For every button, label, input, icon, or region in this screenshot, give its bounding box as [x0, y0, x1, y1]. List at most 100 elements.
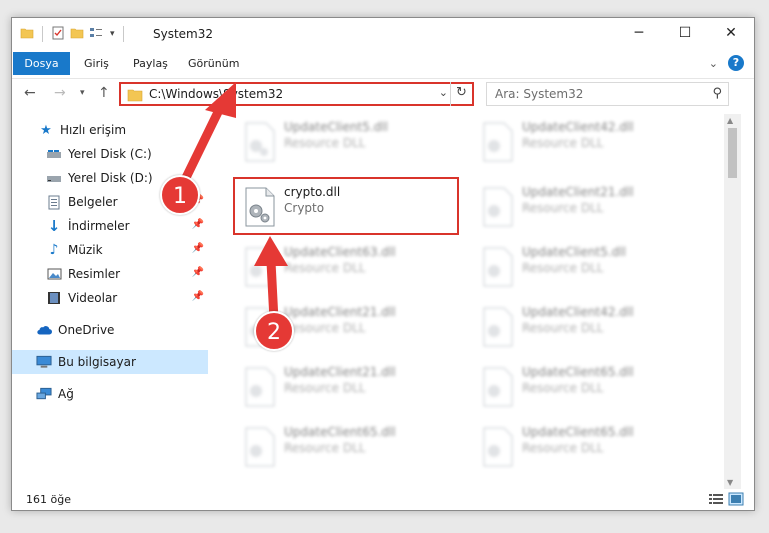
file-tile[interactable]: UpdateClient21.dll Resource DLL	[476, 179, 696, 235]
search-box[interactable]: Ara: System32 ⚲	[486, 82, 729, 106]
file-type: Resource DLL	[522, 136, 604, 150]
tab-home[interactable]: Giriş	[74, 52, 119, 75]
file-tile[interactable]: UpdateClient65.dll Resource DLL	[476, 419, 696, 475]
sidebar-item-pictures[interactable]: Resimler 📌	[12, 262, 208, 286]
file-type: Resource DLL	[284, 321, 366, 335]
file-name: UpdateClient65.dll	[284, 425, 396, 439]
large-icons-view-icon[interactable]	[728, 492, 744, 509]
star-icon: ★	[40, 122, 52, 138]
tab-view[interactable]: Görünüm	[178, 52, 249, 75]
dll-file-icon	[483, 247, 513, 287]
address-bar[interactable]: C:\Windows\System32 ⌄ ↻	[119, 82, 474, 106]
sidebar-item-music[interactable]: ♪ Müzik 📌	[12, 238, 208, 262]
file-type: Resource DLL	[522, 201, 604, 215]
folder-icon	[127, 88, 143, 105]
title-bar: ▾ System32 ─ ☐ ✕	[12, 18, 754, 50]
sidebar-item-label: Bu bilgisayar	[58, 355, 136, 369]
file-name: UpdateClient5.dll	[284, 120, 388, 134]
chevron-down-icon[interactable]: ⌄	[439, 86, 448, 99]
file-tile[interactable]: UpdateClient21.dll Resource DLL	[238, 359, 458, 415]
refresh-icon[interactable]: ↻	[450, 82, 472, 106]
scroll-up-icon[interactable]: ▲	[727, 116, 733, 125]
scroll-thumb[interactable]	[728, 128, 737, 178]
sidebar-item-network[interactable]: Ağ	[12, 382, 208, 406]
quick-access-toolbar: ▾	[20, 24, 127, 44]
properties-icon[interactable]	[51, 26, 65, 43]
dll-file-icon	[245, 427, 275, 467]
sidebar-item-this-pc[interactable]: Bu bilgisayar	[12, 350, 208, 374]
file-tile[interactable]: UpdateClient65.dll Resource DLL	[476, 359, 696, 415]
view-switcher	[708, 492, 744, 509]
file-tile[interactable]: UpdateClient5.dll Resource DLL	[238, 114, 458, 170]
file-name: UpdateClient21.dll	[284, 365, 396, 379]
pin-icon[interactable]: 📌	[192, 291, 204, 302]
sidebar-item-label: Yerel Disk (C:)	[68, 147, 152, 161]
new-folder-icon[interactable]	[70, 26, 84, 43]
file-tile[interactable]: UpdateClient63.dll Resource DLL	[238, 239, 458, 295]
drive-icon	[46, 146, 62, 162]
item-count: 161 öğe	[26, 493, 71, 506]
file-name: UpdateClient63.dll	[284, 245, 396, 259]
help-icon[interactable]: ?	[728, 55, 744, 71]
sidebar-item-label: Hızlı erişim	[60, 123, 127, 137]
sidebar-item-label: Resimler	[68, 267, 121, 281]
tab-share[interactable]: Paylaş	[123, 52, 178, 75]
search-input[interactable]: Ara: System32	[495, 87, 583, 101]
file-type: Resource DLL	[522, 321, 604, 335]
pictures-icon	[46, 266, 62, 282]
scroll-down-icon[interactable]: ▼	[727, 478, 733, 487]
recent-locations-icon[interactable]: ▾	[80, 88, 85, 98]
folder-icon	[20, 26, 34, 43]
dll-file-icon	[245, 247, 275, 287]
sidebar-item-downloads[interactable]: ↓ İndirmeler 📌	[12, 214, 208, 238]
pin-icon[interactable]: 📌	[192, 243, 204, 254]
dll-file-icon	[245, 367, 275, 407]
details-view-icon[interactable]	[708, 492, 724, 509]
address-path[interactable]: C:\Windows\System32	[149, 87, 283, 101]
sidebar-item-videos[interactable]: Videolar 📌	[12, 286, 208, 310]
maximize-button[interactable]: ☐	[662, 18, 708, 48]
sidebar-item-drive-c[interactable]: Yerel Disk (C:)	[12, 142, 208, 166]
navigation-pane: ★ Hızlı erişim Yerel Disk (C:) Yerel Dis…	[12, 114, 208, 489]
explorer-window: ▾ System32 ─ ☐ ✕ Dosya Giriş Paylaş Görü…	[11, 17, 755, 511]
window-title: System32	[153, 27, 214, 41]
step-badge-2: 2	[254, 311, 294, 351]
pin-icon[interactable]: 📌	[192, 219, 204, 230]
status-bar: 161 öğe	[12, 489, 754, 511]
network-icon	[36, 386, 52, 402]
dll-file-icon	[483, 122, 513, 162]
sidebar-item-label: Yerel Disk (D:)	[68, 171, 153, 185]
close-button[interactable]: ✕	[708, 18, 754, 48]
file-name: UpdateClient5.dll	[522, 245, 626, 259]
sidebar-item-label: Ağ	[58, 387, 74, 401]
expand-ribbon-icon[interactable]: ⌄	[709, 57, 718, 70]
drive-icon	[46, 170, 62, 186]
pin-icon[interactable]: 📌	[192, 267, 204, 278]
file-name: UpdateClient65.dll	[522, 365, 634, 379]
back-arrow-icon[interactable]: ←	[24, 85, 36, 101]
view-options-icon[interactable]	[89, 26, 105, 43]
navigation-bar: ← → ▾ ↑ C:\Windows\System32 ⌄ ↻ Ara: Sys…	[12, 78, 754, 108]
sidebar-item-quick-access[interactable]: ★ Hızlı erişim	[12, 118, 208, 142]
file-type: Resource DLL	[522, 381, 604, 395]
file-name: UpdateClient42.dll	[522, 305, 634, 319]
file-tile[interactable]: UpdateClient65.dll Resource DLL	[238, 419, 458, 475]
search-icon[interactable]: ⚲	[712, 86, 722, 101]
videos-icon	[46, 290, 62, 306]
customize-qat-icon[interactable]: ▾	[110, 29, 115, 39]
computer-icon	[36, 354, 52, 370]
file-tile[interactable]: UpdateClient42.dll Resource DLL	[476, 299, 696, 355]
cloud-icon	[36, 322, 52, 338]
minimize-button[interactable]: ─	[616, 18, 662, 48]
file-tile[interactable]: UpdateClient42.dll Resource DLL	[476, 114, 696, 170]
forward-arrow-icon[interactable]: →	[54, 85, 66, 101]
vertical-scrollbar[interactable]: ▲ ▼	[724, 114, 741, 489]
tab-file[interactable]: Dosya	[13, 52, 70, 75]
up-arrow-icon[interactable]: ↑	[98, 85, 110, 101]
file-tile[interactable]: UpdateClient5.dll Resource DLL	[476, 239, 696, 295]
dll-file-icon	[245, 122, 275, 162]
file-type: Resource DLL	[284, 261, 366, 275]
dll-file-icon	[483, 427, 513, 467]
file-type: Resource DLL	[284, 136, 366, 150]
sidebar-item-onedrive[interactable]: OneDrive	[12, 318, 208, 342]
